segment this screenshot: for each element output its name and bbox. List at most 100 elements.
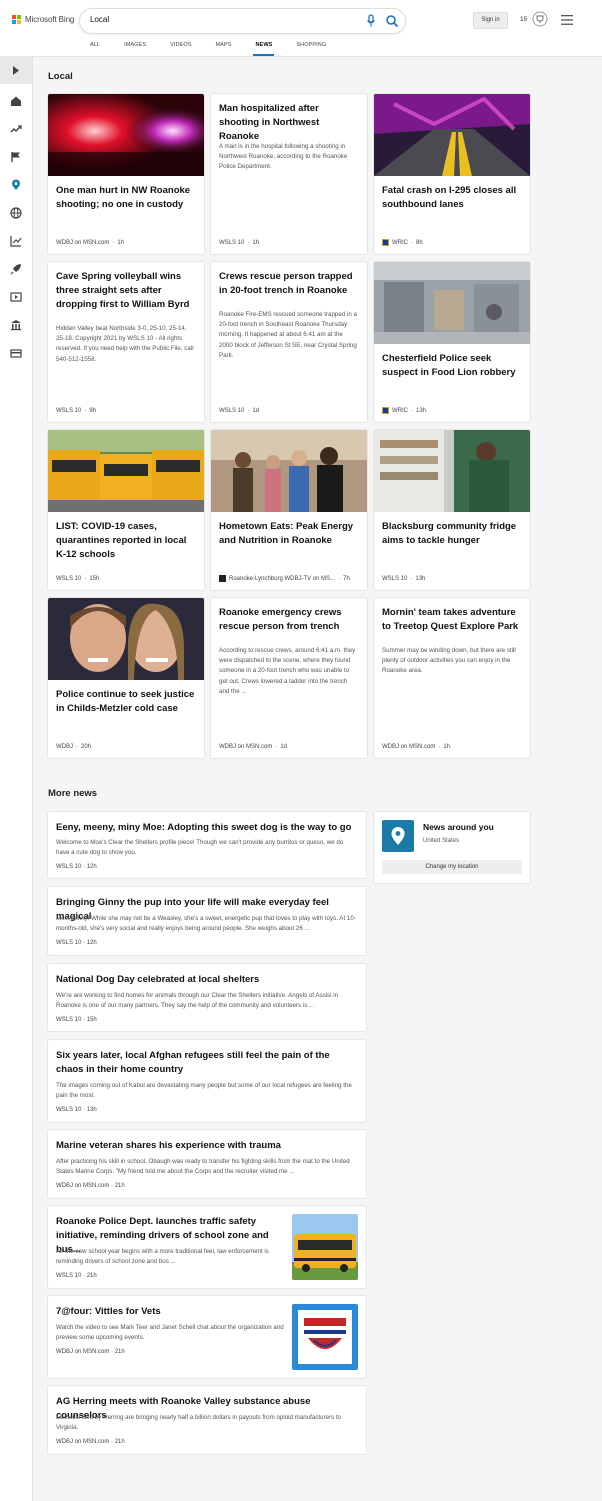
news-title[interactable]: LIST: COVID-19 cases, quarantines report… (56, 520, 197, 562)
money-card-icon[interactable] (10, 347, 22, 359)
news-title[interactable]: Police continue to seek justice in Child… (56, 688, 197, 716)
news-snippet: Watch the video to see Mark Teer and Jan… (56, 1324, 284, 1342)
news-around-you-title: News around you (423, 822, 494, 832)
news-card[interactable]: Crews rescue person trapped in 20-foot t… (211, 262, 367, 422)
globe-icon[interactable] (10, 207, 22, 219)
rocket-icon[interactable] (10, 263, 22, 275)
news-title[interactable]: Fatal crash on I-295 closes all southbou… (382, 184, 523, 212)
news-thumbnail (374, 94, 530, 176)
header-bar: Microsoft Bing Local Sign in 15 ALL IMAG… (0, 0, 602, 57)
news-title[interactable]: Marine veteran shares his experience wit… (56, 1139, 358, 1153)
tab-all[interactable]: ALL (90, 40, 100, 56)
news-card[interactable]: Man hospitalized after shooting in North… (211, 94, 367, 254)
news-title[interactable]: Cave Spring volleyball wins three straig… (56, 270, 197, 312)
sidebar-expand-button[interactable] (0, 57, 32, 84)
news-list-item[interactable]: AG Herring meets with Roanoke Valley sub… (48, 1386, 366, 1454)
news-around-you-card: News around you United States Change my … (374, 812, 530, 883)
tab-images[interactable]: IMAGES (124, 40, 146, 56)
news-card[interactable]: Chesterfield Police seek suspect in Food… (374, 262, 530, 422)
bing-logo[interactable]: Microsoft Bing (12, 15, 74, 24)
wdbj-logo-icon (219, 575, 226, 582)
news-snippet: After practicing his skill in school, Ob… (56, 1158, 350, 1176)
news-card[interactable]: Police continue to seek justice in Child… (48, 598, 204, 758)
news-title[interactable]: Mornin' team takes adventure to Treetop … (382, 606, 523, 634)
politics-building-icon[interactable] (10, 319, 22, 331)
search-query[interactable]: Local (90, 15, 109, 24)
home-icon[interactable] (10, 95, 22, 107)
sign-in-button[interactable]: Sign in (473, 12, 508, 29)
rewards-count[interactable]: 15 (520, 16, 527, 23)
news-title[interactable]: Man hospitalized after shooting in North… (219, 102, 360, 144)
news-thumbnail (374, 430, 530, 512)
news-title[interactable]: Crews rescue person trapped in 20-foot t… (219, 270, 360, 298)
news-source: WDBJ on MSN.com · 1d (219, 744, 288, 750)
change-location-button[interactable]: Change my location (382, 860, 522, 874)
news-source: Roanoke-Lynchburg WDBJ-TV on MS... · 7h (219, 575, 350, 582)
news-title[interactable]: One man hurt in NW Roanoke shooting; no … (56, 184, 197, 212)
news-list-item[interactable]: Roanoke Police Dept. launches traffic sa… (48, 1206, 366, 1288)
news-list-item[interactable]: Marine veteran shares his experience wit… (48, 1130, 366, 1198)
rewards-trophy-icon[interactable] (532, 11, 548, 27)
news-list-item[interactable]: 7@four: Vittles for Vets Watch the video… (48, 1296, 366, 1378)
news-source: WDBJ on MSN.com · 1h (382, 744, 451, 750)
current-location: United States (423, 838, 460, 844)
category-sidebar (0, 57, 33, 1501)
news-source: WDBJ · 20h (56, 744, 92, 750)
news-card[interactable]: Fatal crash on I-295 closes all southbou… (374, 94, 530, 254)
news-snippet: As the new school year begins with a mor… (56, 1248, 269, 1266)
news-source: WDBJ on MSN.com · 21h (56, 1349, 125, 1355)
news-card[interactable]: Roanoke emergency crews rescue person fr… (211, 598, 367, 758)
location-pin-icon[interactable] (10, 179, 22, 191)
news-card[interactable]: One man hurt in NW Roanoke shooting; no … (48, 94, 204, 254)
news-card[interactable]: Mornin' team takes adventure to Treetop … (374, 598, 530, 758)
news-source: WSLS 10 · 9h (56, 408, 97, 414)
news-title[interactable]: Chesterfield Police seek suspect in Food… (382, 352, 523, 380)
news-source: WSLS 10 · 15h (56, 576, 100, 582)
business-chart-icon[interactable] (10, 235, 22, 247)
news-title[interactable]: National Dog Day celebrated at local she… (56, 973, 358, 987)
news-card[interactable]: Hometown Eats: Peak Energy and Nutrition… (211, 430, 367, 590)
news-card[interactable]: LIST: COVID-19 cases, quarantines report… (48, 430, 204, 590)
tab-news[interactable]: NEWS (253, 40, 275, 56)
news-title[interactable]: Six years later, local Afghan refugees s… (56, 1049, 358, 1077)
news-thumbnail (48, 94, 204, 176)
news-source: WSLS 10 · 13h (382, 576, 426, 582)
tab-shopping[interactable]: SHOPPING (296, 40, 326, 56)
news-snippet: The images coming out of Kabul are devas… (56, 1082, 352, 1100)
news-snippet: Roanoke Fire-EMS rescued someone trapped… (219, 311, 357, 359)
news-thumbnail (374, 262, 530, 344)
news-list-item[interactable]: Six years later, local Afghan refugees s… (48, 1040, 366, 1122)
news-title[interactable]: Blacksburg community fridge aims to tack… (382, 520, 523, 548)
news-title[interactable]: 7@four: Vittles for Vets (56, 1305, 284, 1319)
news-title[interactable]: Roanoke emergency crews rescue person fr… (219, 606, 360, 634)
news-card[interactable]: Blacksburg community fridge aims to tack… (374, 430, 530, 590)
search-tabs: ALL IMAGES VIDEOS MAPS NEWS SHOPPING (90, 40, 350, 56)
news-source: WSLS 10 · 1h (219, 240, 260, 246)
news-title[interactable]: Eeny, meeny, miny Moe: Adopting this swe… (56, 821, 358, 835)
news-list-item[interactable]: National Dog Day celebrated at local she… (48, 964, 366, 1031)
news-thumbnail (292, 1304, 358, 1370)
news-source: WSLS 10 · 12h (56, 864, 97, 870)
news-thumbnail (211, 430, 367, 512)
search-input[interactable]: Local (80, 9, 405, 33)
tab-maps[interactable]: MAPS (215, 40, 231, 56)
news-snippet: According to rescue crews, around 6:41 a… (219, 647, 356, 695)
news-list-item[interactable]: Eeny, meeny, miny Moe: Adopting this swe… (48, 812, 366, 878)
flag-icon[interactable] (10, 151, 22, 163)
news-list-item[interactable]: Bringing Ginny the pup into your life wi… (48, 887, 366, 955)
news-source: WDBJ on MSN.com · 21h (56, 1183, 125, 1189)
news-snippet: Lawsuits filed by Herring are bringing n… (56, 1414, 342, 1432)
news-thumbnail (292, 1214, 358, 1280)
microphone-icon[interactable] (365, 14, 377, 28)
trending-icon[interactable] (10, 123, 22, 135)
tab-videos[interactable]: VIDEOS (170, 40, 191, 56)
news-card[interactable]: Cave Spring volleyball wins three straig… (48, 262, 204, 422)
wric-logo-icon (382, 239, 389, 246)
news-title[interactable]: Hometown Eats: Peak Energy and Nutrition… (219, 520, 360, 548)
microsoft-logo-icon (12, 15, 21, 24)
entertainment-icon[interactable] (10, 291, 22, 303)
news-thumbnail (48, 598, 204, 680)
hamburger-menu-icon[interactable] (561, 15, 573, 25)
search-icon[interactable] (385, 14, 399, 28)
wric-logo-icon (382, 407, 389, 414)
